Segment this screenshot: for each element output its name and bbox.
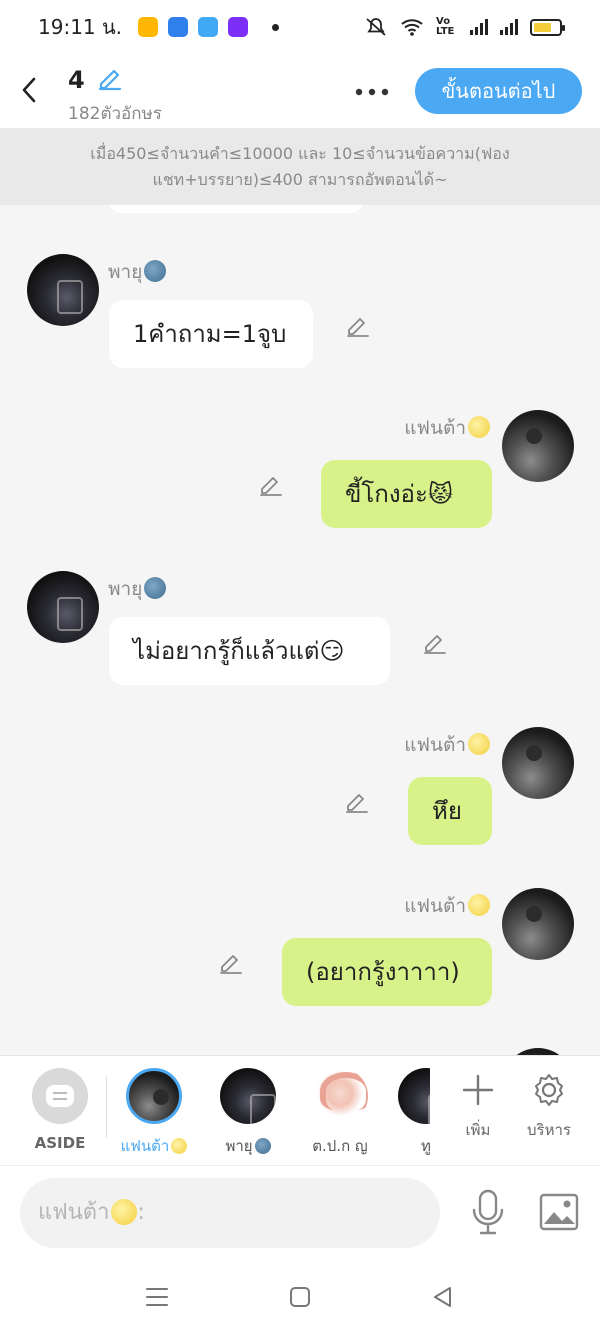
edit-message-pencil-icon[interactable] bbox=[422, 629, 448, 655]
message-input[interactable]: แฟนต้า: bbox=[20, 1178, 440, 1248]
sender-label: แฟนต้า bbox=[404, 734, 466, 756]
sender-name: พายุ bbox=[108, 257, 167, 287]
edit-message-pencil-icon[interactable] bbox=[258, 471, 284, 497]
novel-toon-app-icon bbox=[198, 17, 219, 37]
character-label: ต.ป.ก ญ bbox=[312, 1137, 368, 1155]
character-count: 182ตัวอักษร bbox=[68, 104, 162, 124]
signal-2-icon bbox=[500, 19, 518, 35]
edit-title-pencil-icon[interactable] bbox=[96, 64, 124, 96]
status-indicators: Vo LTE bbox=[364, 16, 565, 38]
full-moon-face-emoji-icon bbox=[468, 733, 490, 755]
back-nav-icon[interactable] bbox=[430, 1284, 456, 1310]
add-label: เพิ่ม bbox=[465, 1121, 491, 1139]
character-label: ASIDE bbox=[34, 1134, 86, 1152]
notification-dot-icon bbox=[272, 23, 280, 31]
avatar bbox=[126, 1068, 182, 1124]
avatar-fanta[interactable] bbox=[502, 727, 574, 799]
more-options-button[interactable] bbox=[354, 74, 390, 102]
new-moon-face-emoji-icon bbox=[144, 260, 167, 282]
full-moon-face-emoji-icon bbox=[171, 1138, 188, 1154]
edit-message-pencil-icon[interactable] bbox=[345, 312, 371, 338]
previous-message-bubble bbox=[108, 205, 364, 213]
avatar bbox=[312, 1068, 368, 1124]
sender-label: แฟนต้า bbox=[404, 895, 466, 917]
word-count-notice: เมื่อ450≤จำนวนคำ≤10000 และ 10≤จำนวนข้อคว… bbox=[0, 128, 600, 205]
sender-name: แฟนต้า bbox=[404, 413, 490, 443]
signal-1-icon bbox=[470, 19, 488, 35]
microphone-icon[interactable] bbox=[468, 1188, 508, 1236]
tools-panel: เพิ่ม บริหาร bbox=[430, 1056, 600, 1165]
character-label: พายุ bbox=[208, 1134, 288, 1158]
input-colon: : bbox=[137, 1200, 145, 1225]
edit-message-pencil-icon[interactable] bbox=[218, 949, 244, 975]
avatar-payu[interactable] bbox=[27, 571, 99, 643]
sender-label: พายุ bbox=[108, 578, 143, 600]
lazada-app-icon bbox=[228, 17, 249, 37]
character-tpk[interactable]: ต.ป.ก ญ bbox=[300, 1068, 380, 1158]
aside-icon bbox=[32, 1068, 88, 1124]
new-moon-face-emoji-icon bbox=[144, 577, 167, 599]
character-fanta[interactable]: แฟนต้า bbox=[114, 1068, 194, 1158]
full-moon-face-emoji-icon bbox=[468, 416, 490, 438]
character-name: พายุ bbox=[225, 1137, 253, 1155]
character-label: แฟนต้า bbox=[114, 1134, 194, 1158]
wifi-icon bbox=[401, 19, 423, 36]
message-bubble[interactable]: 1คำถาม=1จูบ bbox=[109, 300, 313, 368]
avatar-fanta[interactable] bbox=[502, 1048, 574, 1055]
status-bar: 19:11 น. Vo LTE bbox=[0, 0, 600, 54]
avatar-payu[interactable] bbox=[27, 254, 99, 326]
system-navigation-bar bbox=[0, 1260, 600, 1333]
home-icon[interactable] bbox=[287, 1284, 313, 1310]
photos-app-icon bbox=[138, 17, 159, 37]
top-header: 4 182ตัวอักษร ขั้นตอนต่อไป bbox=[0, 54, 600, 128]
status-time: 19:11 น. bbox=[38, 15, 123, 39]
sender-name: แฟนต้า bbox=[404, 730, 490, 760]
character-payu[interactable]: พายุ bbox=[208, 1068, 288, 1158]
sender-label: แฟนต้า bbox=[404, 417, 466, 439]
message-bubble[interactable]: หึย bbox=[408, 777, 492, 845]
chevron-left-icon bbox=[22, 77, 36, 103]
back-button[interactable] bbox=[14, 70, 44, 110]
character-aside[interactable]: ASIDE bbox=[20, 1068, 100, 1152]
sender-label: พายุ bbox=[108, 261, 143, 283]
full-moon-face-emoji-icon bbox=[468, 894, 490, 916]
chat-area[interactable]: พายุ 1คำถาม=1จูบ แฟนต้า ขี้โกงอ่ะ😾 พายุ … bbox=[0, 205, 600, 1055]
battery-icon bbox=[530, 18, 565, 36]
add-character-button[interactable]: เพิ่ม bbox=[443, 1070, 513, 1142]
avatar-fanta[interactable] bbox=[502, 410, 574, 482]
character-selector-bar: ASIDE แฟนต้า พายุ ต.ป.ก ญ ทู เพิ่ม บริหา… bbox=[0, 1055, 600, 1165]
message-input-row: แฟนต้า: bbox=[0, 1165, 600, 1260]
sender-name: พายุ bbox=[108, 574, 167, 604]
input-placeholder: แฟนต้า bbox=[38, 1200, 110, 1225]
sender-name: แฟนต้า bbox=[404, 891, 490, 921]
divider bbox=[106, 1076, 107, 1138]
plus-icon bbox=[443, 1070, 513, 1110]
image-upload-icon[interactable] bbox=[538, 1192, 580, 1232]
full-moon-face-emoji-icon bbox=[111, 1199, 138, 1225]
message-bubble[interactable]: ขี้โกงอ่ะ😾 bbox=[321, 460, 492, 528]
messenger-app-icon bbox=[168, 17, 189, 37]
gear-icon bbox=[514, 1070, 584, 1110]
avatar bbox=[220, 1068, 276, 1124]
edit-message-pencil-icon[interactable] bbox=[344, 788, 370, 814]
manage-label: บริหาร bbox=[527, 1121, 571, 1139]
more-dots-icon bbox=[355, 88, 389, 96]
manage-characters-button[interactable]: บริหาร bbox=[514, 1070, 584, 1142]
mute-icon bbox=[366, 18, 386, 36]
chapter-title: 4 bbox=[68, 66, 85, 94]
character-name: แฟนต้า bbox=[120, 1137, 170, 1155]
message-bubble[interactable]: (อยากรู้งาาาา) bbox=[282, 938, 492, 1006]
message-bubble[interactable]: ไม่อยากรู้ก็แล้วแต่😏 bbox=[109, 617, 390, 685]
recent-apps-icon[interactable] bbox=[144, 1284, 170, 1310]
volte-indicator: Vo LTE bbox=[436, 16, 455, 37]
new-moon-face-emoji-icon bbox=[254, 1138, 271, 1154]
avatar-fanta[interactable] bbox=[502, 888, 574, 960]
chapter-title-area: 4 182ตัวอักษร bbox=[68, 64, 162, 127]
next-step-button[interactable]: ขั้นตอนต่อไป bbox=[415, 68, 582, 114]
